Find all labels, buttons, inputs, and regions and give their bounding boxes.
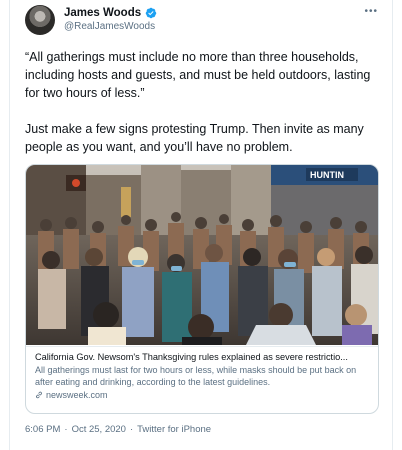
more-options-icon[interactable]: ••• xyxy=(364,6,378,17)
card-body[interactable]: California Gov. Newsom's Thanksgiving ru… xyxy=(26,346,378,400)
right-divider xyxy=(392,0,393,450)
card-description: All gatherings must last for two hours o… xyxy=(35,365,357,387)
tweet-text-quote: “All gatherings must include no more tha… xyxy=(25,48,375,102)
footer-separator: · xyxy=(129,424,134,435)
tweet-footer: 6:06 PM · Oct 25, 2020 · Twitter for iPh… xyxy=(25,424,211,435)
tweet: James Woods @RealJamesWoods ••• “All gat… xyxy=(0,0,402,450)
author-name[interactable]: James Woods xyxy=(64,7,141,19)
tweet-paragraph-2: Just make a few signs protesting Trump. … xyxy=(25,122,364,154)
tweet-time[interactable]: 6:06 PM xyxy=(25,424,60,435)
author-handle[interactable]: @RealJamesWoods xyxy=(64,21,155,32)
footer-separator: · xyxy=(64,424,68,435)
card-image-crowd[interactable]: HUNTIN xyxy=(26,165,378,345)
verified-badge-icon xyxy=(145,7,157,19)
link-preview-card[interactable]: HUNTIN California Gov. Newsom's Thanksgi… xyxy=(25,164,379,414)
card-title[interactable]: California Gov. Newsom's Thanksgiving ru… xyxy=(35,352,369,362)
author-name-row[interactable]: James Woods xyxy=(64,7,157,19)
tweet-source[interactable]: Twitter for iPhone xyxy=(137,424,211,435)
left-divider xyxy=(9,0,10,450)
tweet-date[interactable]: Oct 25, 2020 xyxy=(72,424,126,435)
tweet-paragraph-1: “All gatherings must include no more tha… xyxy=(25,50,371,100)
tweet-text-comment: Just make a few signs protesting Trump. … xyxy=(25,120,375,156)
link-icon xyxy=(36,391,42,399)
card-domain-row[interactable]: newsweek.com xyxy=(35,390,369,400)
card-domain[interactable]: newsweek.com xyxy=(46,390,108,400)
avatar[interactable] xyxy=(25,5,55,35)
store-sign-text: HUNTIN xyxy=(310,170,344,180)
